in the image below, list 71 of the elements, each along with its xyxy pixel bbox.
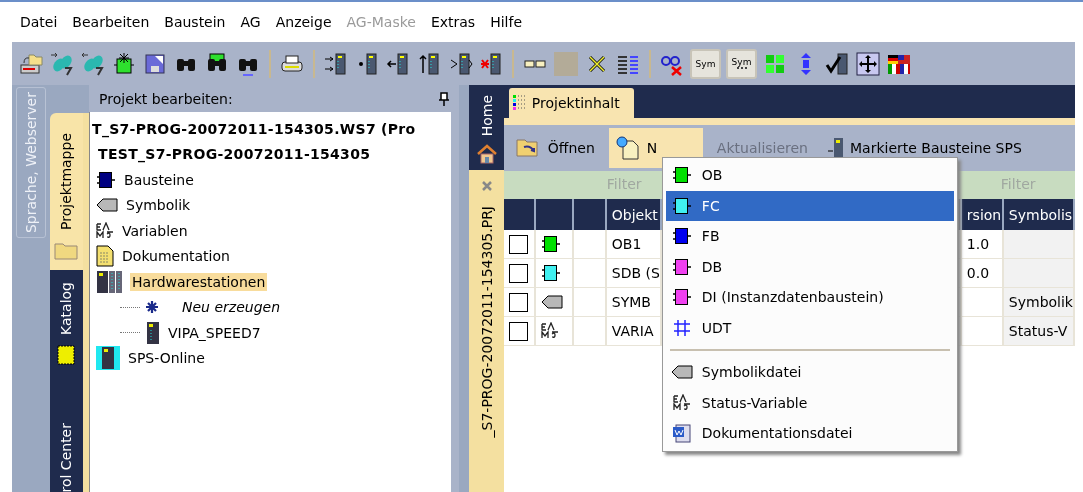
module-icon xyxy=(146,320,161,345)
checkbox[interactable] xyxy=(508,234,528,254)
module-star-icon[interactable] xyxy=(478,50,504,77)
tree-item[interactable]: T_S7-PROG-20072011-154305.WS7 (Pro xyxy=(90,119,418,138)
block-icon xyxy=(96,170,117,189)
tree-item[interactable]: Symbolik xyxy=(124,196,193,215)
grid-icon xyxy=(512,95,527,111)
catalog-icon xyxy=(57,344,76,365)
menu-item[interactable]: Anzeige xyxy=(275,14,332,30)
pin-icon[interactable] xyxy=(439,91,450,106)
new-document-icon xyxy=(614,136,641,160)
menu-item[interactable]: Dokumentationsdatei xyxy=(665,418,954,449)
new-block-icon[interactable] xyxy=(111,50,137,77)
download-icon[interactable] xyxy=(80,50,106,77)
tree-item[interactable]: SPS-Online xyxy=(126,349,207,368)
table-cell: Symbolik xyxy=(1003,288,1075,316)
tab[interactable]: Projektinhalt xyxy=(508,88,634,118)
symbol-toggle-button[interactable]: Sym xyxy=(690,48,721,79)
variable-icon xyxy=(96,221,115,240)
vertical-tab[interactable]: rol Center xyxy=(49,372,90,492)
online-module-icon xyxy=(96,346,121,371)
checkbox[interactable] xyxy=(508,263,528,283)
menu-item[interactable]: Bearbeiten xyxy=(72,14,150,30)
check-module-icon[interactable] xyxy=(824,50,850,77)
menu-item[interactable]: DB xyxy=(665,251,954,282)
vertical-tab[interactable]: Projektmappe xyxy=(49,113,90,270)
menu-item[interactable]: Hilfe xyxy=(490,14,522,30)
module-left-icon[interactable] xyxy=(385,50,411,77)
hardware-rack-icon xyxy=(96,269,125,294)
module-arrows-icon[interactable] xyxy=(323,50,349,77)
toolbar-button[interactable]: Öffnen xyxy=(509,128,601,168)
close-icon[interactable] xyxy=(480,180,493,193)
vertical-tab[interactable]: Home xyxy=(469,85,504,171)
variable-icon xyxy=(672,393,691,412)
grid-icon xyxy=(672,318,691,337)
document-icon xyxy=(96,245,115,268)
document-icon xyxy=(671,423,692,444)
menu-item[interactable]: Symbolikdatei xyxy=(665,357,954,388)
menu-item[interactable]: Baustein xyxy=(164,14,226,30)
checkbox[interactable] xyxy=(508,321,528,341)
menu-item[interactable]: Datei xyxy=(20,14,58,30)
menu-item[interactable]: Status-Variable xyxy=(665,387,954,418)
tag-icon xyxy=(670,365,693,380)
module-arrow-icon xyxy=(828,137,844,159)
variable-icon xyxy=(540,322,559,340)
tree-item[interactable]: Bausteine xyxy=(122,170,196,189)
symbol-toggle-button[interactable]: Sym xyxy=(726,48,757,79)
dots-icon xyxy=(736,67,747,70)
menu-item[interactable]: UDT xyxy=(665,312,954,343)
tree-item[interactable]: Neu erzeugen xyxy=(180,298,283,317)
tag-icon xyxy=(96,198,119,213)
tag-icon xyxy=(540,295,563,309)
vertical-tab[interactable]: Katalog xyxy=(49,269,90,373)
menu-item[interactable]: AG xyxy=(240,14,261,30)
tree-item[interactable]: Hardwarestationen xyxy=(130,272,268,291)
home-icon xyxy=(475,144,498,165)
menu-item[interactable]: FC xyxy=(665,190,954,221)
panel-title: Projekt bearbeiten: xyxy=(99,90,233,107)
menu-item[interactable]: FB xyxy=(665,221,954,252)
tree-item[interactable]: VIPA_SPEED7 xyxy=(166,323,263,342)
column-header[interactable]: rsion xyxy=(961,199,1004,230)
tree-item[interactable]: Dokumentation xyxy=(120,247,232,266)
checkbox[interactable] xyxy=(508,292,528,312)
asterisk-icon xyxy=(146,301,159,314)
menu-item[interactable]: DI (Instanzdatenbaustein) xyxy=(665,282,954,313)
upload-icon[interactable] xyxy=(49,50,75,77)
table-cell: Status-V xyxy=(1003,317,1075,345)
tree-item[interactable]: Variablen xyxy=(120,221,190,240)
menu-item[interactable]: Extras xyxy=(430,14,476,30)
move-icon[interactable] xyxy=(855,50,881,77)
tree-item[interactable]: TEST_S7-PROG-20072011-154305 xyxy=(96,145,373,164)
